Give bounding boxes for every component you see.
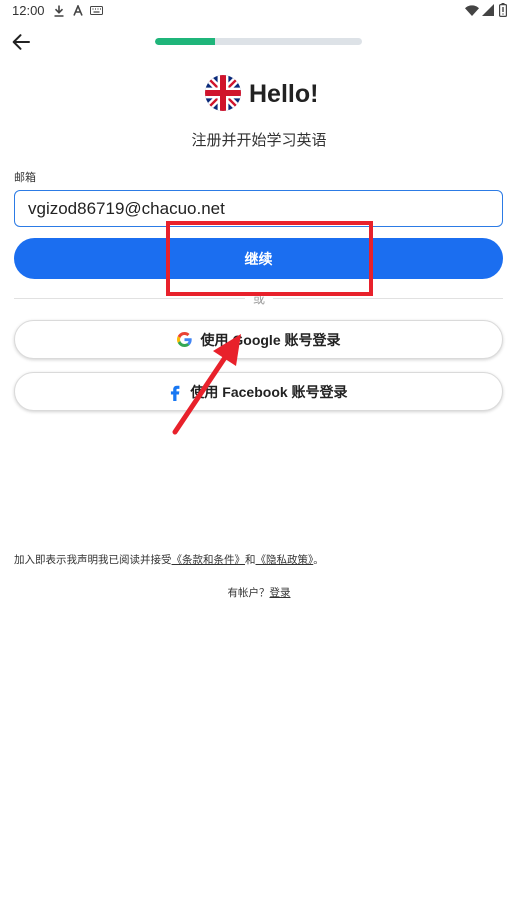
email-label: 邮箱 (14, 172, 36, 184)
facebook-login-label: 使用 Facebook 账号登录 (190, 383, 348, 400)
page-subtitle: 注册并开始学习英语 (191, 132, 327, 149)
download-icon (54, 5, 64, 17)
legal-conjunction: 和 (245, 554, 256, 566)
divider-or: 或 (0, 292, 518, 306)
signal-icon (482, 4, 494, 16)
google-login-button[interactable]: 使用 Google 账号登录 (14, 320, 503, 359)
uk-flag-icon (205, 75, 241, 111)
legal-notice: 加入即表示我声明我已阅读并接受《条款和条件》和《隐私政策》。 (14, 553, 324, 567)
progress-fill (155, 38, 216, 45)
continue-button-label: 继续 (244, 250, 273, 267)
greeting-title: Hello! (249, 80, 319, 108)
terms-link[interactable]: 《条款和条件》 (172, 554, 246, 566)
google-icon (176, 332, 192, 347)
back-button[interactable] (10, 31, 32, 53)
privacy-link[interactable]: 《隐私政策》 (256, 554, 314, 566)
status-bar: 12:00 (0, 0, 518, 22)
font-a-icon (73, 5, 83, 16)
login-link[interactable]: 登录 (270, 587, 291, 599)
status-time: 12:00 (12, 3, 45, 18)
divider-or-text: 或 (244, 292, 273, 306)
email-input[interactable] (14, 190, 503, 227)
keyboard-icon (90, 6, 103, 15)
facebook-icon (169, 383, 181, 401)
progress-bar (155, 38, 362, 45)
continue-button[interactable]: 继续 (14, 238, 503, 279)
login-prompt-text: 有帐户？ (227, 587, 270, 599)
legal-prefix: 加入即表示我声明我已阅读并接受 (14, 554, 172, 566)
wifi-icon (465, 5, 479, 16)
login-prompt: 有帐户？登录 (0, 586, 518, 600)
google-login-label: 使用 Google 账号登录 (200, 331, 341, 348)
facebook-login-button[interactable]: 使用 Facebook 账号登录 (14, 372, 503, 411)
arrow-left-icon (12, 34, 30, 50)
battery-icon (499, 3, 507, 17)
legal-suffix: 。 (313, 554, 324, 566)
